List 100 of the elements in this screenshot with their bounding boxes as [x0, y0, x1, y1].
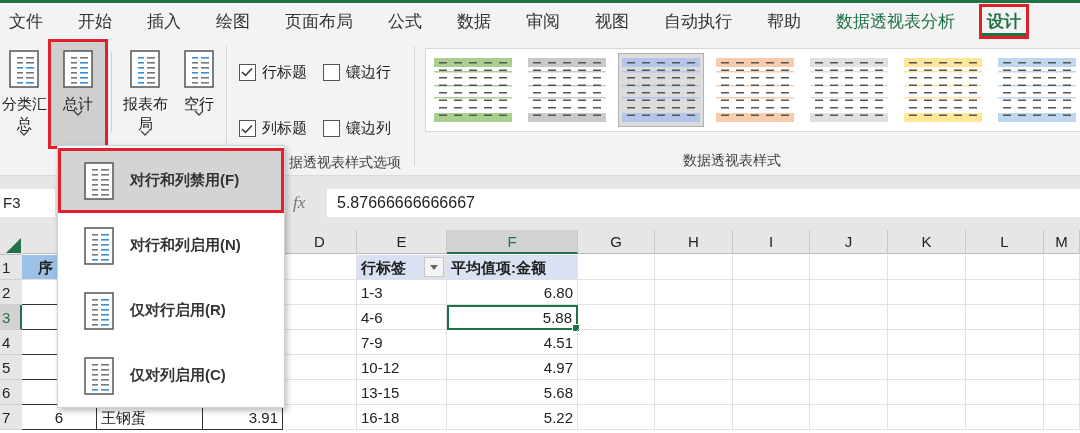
table-cell[interactable]: 1-3	[357, 280, 447, 305]
table-cell[interactable]: 行标签	[357, 255, 447, 280]
row-header[interactable]: 3	[0, 305, 22, 330]
ribbon-tab[interactable]: 插入	[144, 3, 184, 40]
filter-dropdown[interactable]	[424, 257, 444, 277]
row-header[interactable]: 1	[0, 255, 22, 280]
table-cell[interactable]: 4.97	[447, 355, 578, 380]
table-cell[interactable]	[966, 280, 1044, 305]
menu-item[interactable]: 对行和列禁用(F)	[58, 148, 284, 213]
table-cell[interactable]	[655, 305, 733, 330]
table-cell[interactable]	[733, 380, 810, 405]
table-cell[interactable]	[578, 255, 655, 280]
table-cell[interactable]	[578, 355, 655, 380]
table-cell[interactable]	[810, 355, 888, 380]
column-header[interactable]: L	[966, 230, 1044, 254]
checkbox-label[interactable]: 镶边列	[345, 119, 391, 138]
ribbon-button[interactable]: 分类汇总	[0, 42, 51, 146]
table-cell[interactable]	[1044, 255, 1080, 280]
formula-field[interactable]: 5.87666666666667	[327, 189, 1080, 217]
table-cell[interactable]	[888, 405, 966, 430]
table-style-thumbnail[interactable]	[618, 53, 704, 127]
table-cell[interactable]	[1044, 355, 1080, 380]
table-cell[interactable]	[966, 255, 1044, 280]
table-cell[interactable]	[578, 380, 655, 405]
row-header[interactable]: 5	[0, 355, 22, 380]
row-header[interactable]: 4	[0, 330, 22, 355]
fill-handle[interactable]	[572, 324, 580, 332]
table-cell[interactable]	[1044, 305, 1080, 330]
menu-item[interactable]: 仅对列启用(C)	[58, 343, 284, 408]
row-header[interactable]: 6	[0, 380, 22, 405]
column-header[interactable]: H	[655, 230, 733, 254]
table-cell[interactable]	[810, 305, 888, 330]
ribbon-tab[interactable]: 公式	[385, 3, 425, 40]
table-cell[interactable]	[888, 380, 966, 405]
table-cell[interactable]	[888, 305, 966, 330]
ribbon-tab[interactable]: 绘图	[213, 3, 253, 40]
table-cell[interactable]: 7-9	[357, 330, 447, 355]
column-header[interactable]: K	[888, 230, 966, 254]
table-cell[interactable]	[733, 405, 810, 430]
row-header[interactable]: 2	[0, 280, 22, 305]
table-cell[interactable]	[1044, 330, 1080, 355]
table-cell[interactable]	[888, 330, 966, 355]
table-cell[interactable]: 5.68	[447, 380, 578, 405]
table-cell[interactable]: 13-15	[357, 380, 447, 405]
table-cell[interactable]	[810, 330, 888, 355]
ribbon-button[interactable]: 报表布局	[118, 42, 172, 146]
table-cell[interactable]: 5.22	[447, 405, 578, 430]
table-cell[interactable]: 4-6	[357, 305, 447, 330]
table-cell[interactable]	[1044, 405, 1080, 430]
name-box[interactable]: F3	[0, 189, 55, 217]
table-cell[interactable]	[810, 405, 888, 430]
menu-item[interactable]: 仅对行启用(R)	[58, 278, 284, 343]
ribbon-tab[interactable]: 页面布局	[282, 3, 356, 40]
checkbox[interactable]	[322, 63, 340, 81]
table-cell[interactable]	[733, 255, 810, 280]
table-cell[interactable]	[578, 280, 655, 305]
table-cell[interactable]: 4.51	[447, 330, 578, 355]
table-cell[interactable]	[733, 355, 810, 380]
ribbon-tab[interactable]: 数据	[454, 3, 494, 40]
table-cell[interactable]	[655, 380, 733, 405]
column-header[interactable]: G	[578, 230, 655, 254]
table-cell[interactable]	[1044, 280, 1080, 305]
column-header[interactable]: E	[357, 230, 447, 254]
column-header[interactable]: F	[447, 230, 578, 254]
column-header[interactable]: J	[810, 230, 888, 254]
table-cell[interactable]	[578, 305, 655, 330]
ribbon-tab[interactable]: 自动执行	[661, 3, 735, 40]
ribbon-tab[interactable]: 视图	[592, 3, 632, 40]
table-cell[interactable]	[655, 405, 733, 430]
table-cell[interactable]	[888, 255, 966, 280]
column-header[interactable]: M	[1044, 230, 1080, 254]
ribbon-tab[interactable]: 数据透视表分析	[833, 3, 958, 40]
table-cell[interactable]: 16-18	[357, 405, 447, 430]
checkbox[interactable]	[322, 120, 340, 137]
ribbon-tab[interactable]: 开始	[75, 3, 115, 40]
table-cell[interactable]	[578, 405, 655, 430]
table-cell[interactable]	[655, 355, 733, 380]
ribbon-tab[interactable]: 帮助	[764, 3, 804, 40]
checkbox[interactable]	[238, 63, 256, 81]
column-header[interactable]: I	[733, 230, 810, 254]
table-cell[interactable]: 5.88	[447, 305, 578, 330]
table-cell[interactable]	[966, 330, 1044, 355]
function-label[interactable]: fx	[293, 193, 327, 213]
table-cell[interactable]: 10-12	[357, 355, 447, 380]
table-cell[interactable]	[810, 380, 888, 405]
table-cell[interactable]	[966, 305, 1044, 330]
column-header[interactable]: D	[283, 230, 357, 254]
row-header[interactable]: 7	[0, 405, 22, 430]
table-cell[interactable]	[810, 280, 888, 305]
ribbon-button[interactable]: 总计	[48, 39, 108, 149]
table-cell[interactable]	[733, 330, 810, 355]
table-cell[interactable]	[1044, 380, 1080, 405]
ribbon-tab[interactable]: 设计	[979, 4, 1029, 39]
select-all-icon[interactable]	[4, 236, 22, 254]
ribbon-tab[interactable]: 审阅	[523, 3, 563, 40]
table-cell[interactable]	[888, 355, 966, 380]
table-cell[interactable]	[655, 255, 733, 280]
menu-item[interactable]: 对行和列启用(N)	[58, 213, 284, 278]
ribbon-button[interactable]: 空行	[172, 42, 226, 146]
table-cell[interactable]	[888, 280, 966, 305]
